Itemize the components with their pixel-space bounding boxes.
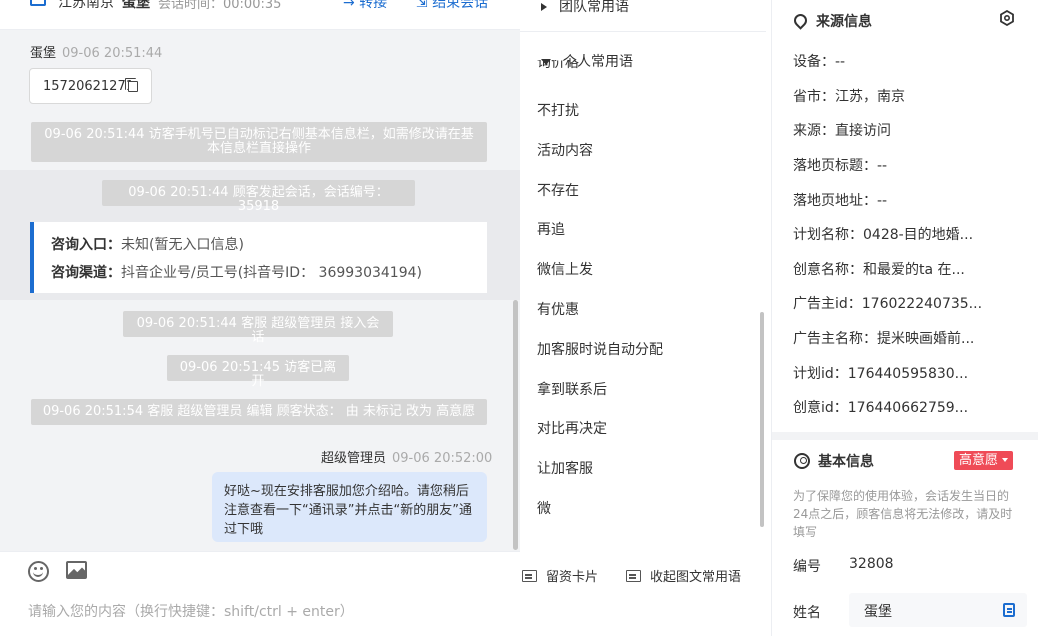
system-message: 09-06 20:51:54 客服 超级管理员 编辑 顾客状态： 由 未标记 改… (31, 399, 487, 425)
id-value: 32808 (849, 556, 894, 572)
message-composer: 请输入您的内容（换行快捷键：shift/ctrl + enter） (0, 551, 520, 636)
location-pin-icon (791, 11, 810, 30)
phone-number: 15720621271 (43, 79, 134, 94)
source-row-region: 省市：江苏，南京 (793, 89, 905, 105)
visitor-name: 蛋堡 (122, 0, 150, 11)
transfer-button[interactable]: → 转接 (343, 0, 387, 12)
phrases-scrollbar[interactable] (760, 312, 764, 527)
source-row-creative-id: 创意id：176440662759... (793, 400, 969, 416)
phrase-item[interactable]: 拿到联系后 (537, 379, 607, 399)
copy-icon[interactable] (125, 78, 138, 92)
consult-channel-label: 咨询渠道： (51, 265, 121, 281)
name-label: 姓名 (793, 605, 821, 621)
source-row-landing-url: 落地页地址：-- (793, 193, 888, 209)
intent-status-dropdown[interactable]: 高意愿 (954, 451, 1014, 470)
collapse-phrases-button[interactable]: 收起图文常用语 (626, 566, 741, 585)
consult-entry-value: 未知(暂无入口信息) (121, 237, 244, 253)
basic-info-title: 基本信息 (794, 451, 874, 471)
source-info-title: 来源信息 (791, 11, 872, 31)
name-value: 蛋堡 (864, 604, 892, 620)
customer-info-pane: 来源信息 设备：-- 省市：江苏，南京 来源：直接访问 落地页标题：-- 落地页… (772, 0, 1038, 636)
caret-down-icon (1002, 458, 1009, 462)
id-label: 编号 (793, 559, 821, 575)
source-row-source: 来源：直接访问 (793, 123, 891, 139)
phrase-item[interactable]: 活动内容 (537, 140, 593, 160)
chat-pane: 江苏南京 蛋堡 会话时间：00:00:35 → 转接 ⇲ 结束会话 蛋堡 09-0… (0, 0, 520, 636)
phrase-item[interactable]: 再追 (537, 219, 565, 239)
divider (520, 31, 766, 32)
team-phrases-group[interactable]: 团队常用语 (541, 0, 629, 16)
copy-icon[interactable] (1003, 603, 1015, 617)
agent-message-meta: 超级管理员 09-06 20:52:00 (321, 447, 492, 466)
visitor-sender: 蛋堡 (30, 46, 57, 61)
emoji-icon[interactable] (28, 561, 49, 582)
agent-sender: 超级管理员 (321, 451, 387, 466)
settings-hexagon-icon[interactable] (999, 10, 1015, 26)
consult-entry-row: 咨询入口：未知(暂无入口信息) (51, 234, 487, 262)
source-row-creative-name: 创意名称：和最爱的ta 在... (793, 262, 965, 278)
message-card-icon (522, 570, 537, 582)
phrase-item[interactable]: 询价格 (537, 60, 579, 77)
session-time: 会话时间：00:00:35 (158, 0, 282, 12)
phrase-item[interactable]: 让加客服 (537, 458, 593, 478)
phone-bubble: 15720621271 (29, 68, 152, 104)
system-message: 09-06 20:51:44 访客手机号已自动标记右侧基本信息栏，如需修改请在基… (31, 122, 487, 162)
exit-icon: ⇲ (416, 0, 428, 11)
quick-phrases-pane: 团队常用语 个人常用语 询价格 不打扰 活动内容 不存在 再追 微信上发 有优惠… (520, 0, 772, 636)
visitor-message-time: 09-06 20:51:44 (62, 46, 163, 61)
person-icon (794, 453, 810, 469)
phrase-item[interactable]: 加客服时说自动分配 (537, 339, 663, 359)
source-row-plan-id: 计划id：176440595830... (793, 366, 969, 382)
source-row-advertiser-id: 广告主id：176022240735... (793, 296, 983, 312)
visitor-region: 江苏南京 (58, 0, 114, 11)
source-row-landing-title: 落地页标题：-- (793, 158, 888, 174)
name-field[interactable]: 蛋堡 (849, 593, 1027, 627)
agent-message-time: 09-06 20:52:00 (392, 451, 493, 466)
message-card-icon (626, 570, 641, 582)
end-session-button[interactable]: ⇲ 结束会话 (416, 0, 488, 12)
consult-card: 咨询入口：未知(暂无入口信息) 咨询渠道：抖音企业号/员工号(抖音号ID： 36… (30, 222, 487, 293)
phrase-item[interactable]: 微 (537, 498, 551, 518)
info-card-button[interactable]: 留资卡片 (522, 566, 598, 585)
caret-right-icon (541, 3, 547, 11)
edit-policy-note: 为了保障您的使用体验，会话发生当日的24点之后，顾客信息将无法修改，请及时填写 (793, 489, 1013, 539)
system-message: 09-06 20:51:44 客服 超级管理员 接入会话 (123, 311, 393, 345)
visitor-message-meta: 蛋堡 09-06 20:51:44 (30, 42, 162, 61)
phrase-item[interactable]: 微信上发 (537, 259, 593, 279)
phrase-item[interactable]: 对比再决定 (537, 418, 607, 438)
phrase-item[interactable]: 不存在 (537, 180, 579, 200)
system-message: 09-06 20:51:45 访客已离开 (167, 355, 349, 389)
phrase-item[interactable]: 有优惠 (537, 299, 579, 319)
team-phrases-label: 团队常用语 (559, 0, 629, 15)
message-input[interactable]: 请输入您的内容（换行快捷键：shift/ctrl + enter） (28, 601, 354, 621)
section-divider (772, 432, 1038, 440)
source-row-advertiser-name: 广告主名称：提米映画婚前... (793, 331, 975, 347)
monitor-icon (30, 0, 46, 6)
system-message: 09-06 20:51:44 顾客发起会话，会话编号：35918 (102, 180, 415, 214)
consult-channel-value: 抖音企业号/员工号(抖音号ID： 36993034194) (121, 265, 422, 281)
phrase-item[interactable]: 不打扰 (537, 100, 579, 120)
source-row-plan-name: 计划名称：0428-目的地婚... (793, 227, 974, 243)
source-row-device: 设备：-- (793, 54, 846, 70)
consult-channel-row: 咨询渠道：抖音企业号/员工号(抖音号ID： 36993034194) (51, 262, 487, 290)
agent-message-bubble: 好哒~现在安排客服加您介绍哈。请您稍后注意查看一下“通讯录”并点击“新的朋友”通… (212, 472, 487, 542)
chat-header: 江苏南京 蛋堡 会话时间：00:00:35 → 转接 ⇲ 结束会话 (0, 0, 520, 30)
consult-entry-label: 咨询入口： (51, 237, 121, 253)
chat-scrollbar[interactable] (513, 300, 518, 550)
image-icon[interactable] (66, 561, 87, 579)
app-root: 江苏南京 蛋堡 会话时间：00:00:35 → 转接 ⇲ 结束会话 蛋堡 09-0… (0, 0, 1038, 636)
